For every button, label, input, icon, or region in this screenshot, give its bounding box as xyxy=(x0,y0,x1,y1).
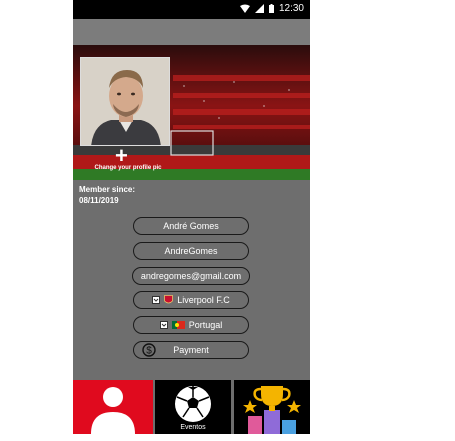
portugal-flag-icon xyxy=(171,321,185,329)
phone-screen: 12:30 + Change your profile pic Member s… xyxy=(73,0,310,434)
nav-awards-tab[interactable] xyxy=(234,380,310,434)
nav-profile-tab[interactable] xyxy=(73,380,153,434)
add-photo-plus-icon[interactable]: + xyxy=(115,145,128,167)
country-value: Portugal xyxy=(188,320,223,330)
full-name-field[interactable]: André Gomes xyxy=(133,217,249,235)
profile-picture[interactable] xyxy=(80,57,170,146)
change-profile-pic-label[interactable]: Change your profile pic xyxy=(73,165,183,171)
battery-icon xyxy=(268,4,274,13)
username-field[interactable]: AndreGomes xyxy=(133,242,249,260)
payment-label: Payment xyxy=(173,345,209,355)
signal-icon xyxy=(254,4,264,13)
member-since-block: Member since: 08/11/2019 xyxy=(79,184,135,206)
app-bar xyxy=(73,19,310,45)
member-since-date: 08/11/2019 xyxy=(79,196,119,205)
liverpool-crest-icon xyxy=(164,295,174,304)
dropdown-icon xyxy=(152,296,161,304)
user-icon xyxy=(91,387,135,434)
full-name-value: André Gomes xyxy=(163,221,219,231)
member-since-label: Member since: xyxy=(79,185,136,194)
wifi-icon xyxy=(239,4,250,13)
payment-button[interactable]: $ Payment xyxy=(133,341,249,359)
username-value: AndreGomes xyxy=(164,246,218,256)
avatar-portrait xyxy=(81,58,169,145)
club-field[interactable]: Liverpool F.C xyxy=(133,291,249,309)
cover-photo: + Change your profile pic xyxy=(73,45,310,180)
dollar-coin-icon: $ xyxy=(142,343,156,357)
status-time: 12:30 xyxy=(278,3,304,14)
svg-text:$: $ xyxy=(146,346,152,357)
email-value: andregomes@gmail.com xyxy=(140,271,242,281)
events-label: Eventos xyxy=(180,424,206,431)
trophy-icon xyxy=(243,386,301,434)
club-value: Liverpool F.C xyxy=(177,295,230,305)
dropdown-icon xyxy=(159,321,168,329)
email-field[interactable]: andregomes@gmail.com xyxy=(132,267,250,285)
status-bar: 12:30 xyxy=(73,0,310,19)
country-field[interactable]: Portugal xyxy=(133,316,249,334)
nav-events-tab[interactable]: Eventos xyxy=(155,380,231,434)
bottom-navigation: Eventos xyxy=(73,380,310,434)
